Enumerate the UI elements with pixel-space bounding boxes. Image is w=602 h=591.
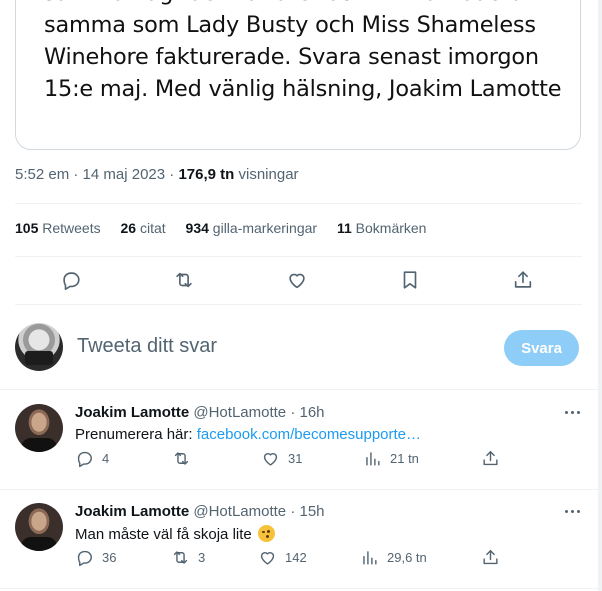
tweet-time[interactable]: 5:52 em (15, 166, 69, 183)
image-text-line: Winehore fakturerade. Svara senast imorg… (44, 44, 539, 70)
display-name[interactable]: Joakim Lamotte (75, 503, 189, 520)
image-text-line: 15:e maj. Med vänlig hälsning, Joakim La… (44, 76, 562, 102)
tweet-image-card[interactable]: sammanlagt det här året och mitt arvode … (15, 0, 581, 150)
views-icon (363, 551, 377, 565)
divider (0, 588, 598, 589)
reply-input[interactable]: Tweeta ditt svar (77, 335, 217, 358)
reply-text: Prenumerera här: facebook.com/becomesupp… (75, 426, 421, 443)
stat-likes[interactable]: 934 gilla-markeringar (186, 220, 318, 236)
more-options-icon[interactable] (561, 403, 583, 421)
reply-button[interactable]: Svara (504, 330, 579, 366)
stat-retweets[interactable]: 105 Retweets (15, 220, 101, 236)
reply-tweet[interactable]: Joakim Lamotte @HotLamotte · 16h Prenume… (0, 391, 598, 489)
image-text: sammanlagt det här året och mitt arvode … (44, 0, 564, 105)
share-icon[interactable] (509, 266, 537, 294)
reply-link[interactable]: facebook.com/becomesupporte… (197, 426, 421, 443)
reply-action-share[interactable] (481, 548, 500, 567)
stat-label: gilla-markeringar (212, 220, 318, 236)
stat-count: 934 (185, 220, 209, 236)
divider (15, 256, 582, 257)
reply-action-retweet[interactable] (172, 449, 199, 468)
reply-icon (77, 550, 92, 567)
reply-count: 4 (102, 451, 110, 466)
like-icon (260, 552, 275, 565)
reply-action-like[interactable]: 142 (258, 548, 307, 567)
avatar[interactable] (15, 503, 63, 551)
reply-action-views[interactable]: 21 tn (363, 449, 419, 468)
reply-action-like[interactable]: 31 (261, 449, 302, 468)
separator: · (290, 503, 296, 520)
reply-count: 36 (102, 550, 117, 565)
avatar[interactable] (15, 404, 63, 452)
image-text-line: samma som Lady Busty och Miss Shameless (44, 12, 536, 38)
reply-action-views[interactable]: 29,6 tn (360, 548, 427, 567)
views-count: 29,6 tn (387, 550, 427, 565)
reply-action-bar: 4 31 21 tn (75, 449, 505, 469)
bookmark-icon[interactable] (396, 266, 424, 294)
reply-time[interactable]: 15h (300, 503, 325, 520)
like-icon[interactable] (283, 266, 311, 294)
reply-action-retweet[interactable]: 3 (171, 548, 205, 567)
meta-separator: · (73, 166, 79, 183)
reply-header: Joakim Lamotte @HotLamotte · 16h (75, 404, 325, 421)
reply-icon[interactable] (57, 266, 85, 294)
user-handle[interactable]: @HotLamotte (193, 503, 286, 520)
share-icon (483, 451, 498, 466)
share-icon (483, 550, 498, 565)
user-handle[interactable]: @HotLamotte (193, 404, 286, 421)
reply-action-share[interactable] (481, 449, 500, 468)
retweet-icon (174, 452, 189, 465)
separator: · (290, 404, 296, 421)
more-options-icon[interactable] (561, 502, 583, 520)
reply-text-prefix: Prenumerera här: (75, 426, 197, 443)
stat-count: 26 (120, 220, 137, 236)
views-count: 21 tn (390, 451, 419, 466)
reply-time[interactable]: 16h (300, 404, 325, 421)
reply-action-reply[interactable]: 4 (75, 449, 109, 468)
reply-action-bar: 36 3 142 29,6 tn (75, 548, 505, 568)
tweet-action-bar (15, 262, 582, 298)
stat-label: Bokmärken (355, 220, 427, 236)
stat-label: citat (139, 220, 166, 236)
stat-count: 11 (336, 220, 352, 236)
reply-composer: Tweeta ditt svar Svara (0, 318, 598, 390)
tweet-date[interactable]: 14 maj 2023 (83, 166, 166, 183)
stat-label: Retweets (42, 220, 101, 236)
reply-icon (77, 451, 92, 468)
divider (15, 304, 582, 305)
like-count: 142 (285, 550, 307, 565)
views-count: 176,9 tn (178, 166, 235, 183)
meta-separator: · (169, 166, 175, 183)
winking-face-icon (257, 525, 275, 542)
reply-header: Joakim Lamotte @HotLamotte · 15h (75, 503, 325, 520)
reply-tweet[interactable]: Joakim Lamotte @HotLamotte · 15h Man mås… (0, 490, 598, 588)
views-icon (366, 452, 380, 466)
like-count: 31 (288, 451, 303, 466)
reply-text: Man måste väl få skoja lite (75, 525, 275, 543)
stat-bookmarks[interactable]: 11 Bokmärken (337, 220, 427, 236)
divider (15, 203, 582, 204)
views-label: visningar (238, 166, 299, 183)
retweet-icon (173, 551, 188, 564)
retweet-count: 3 (198, 550, 206, 565)
reply-text-body: Man måste väl få skoja lite (75, 526, 252, 543)
reply-action-reply[interactable]: 36 (75, 548, 116, 567)
divider (0, 389, 598, 390)
display-name[interactable]: Joakim Lamotte (75, 404, 189, 421)
like-icon (263, 453, 278, 466)
image-text-line: sammanlagt det här året och mitt arvode … (44, 0, 564, 9)
avatar[interactable] (15, 323, 63, 371)
scrollbar-track[interactable] (598, 0, 602, 591)
stat-count: 105 (15, 220, 39, 236)
stat-quotes[interactable]: 26 citat (121, 220, 166, 236)
tweet-detail: sammanlagt det här året och mitt arvode … (0, 0, 598, 591)
tweet-meta: 5:52 em · 14 maj 2023 · 176,9 tn visning… (15, 166, 299, 183)
retweet-icon[interactable] (170, 266, 198, 294)
tweet-stats: 105 Retweets 26 citat 934 gilla-markerin… (15, 220, 442, 236)
